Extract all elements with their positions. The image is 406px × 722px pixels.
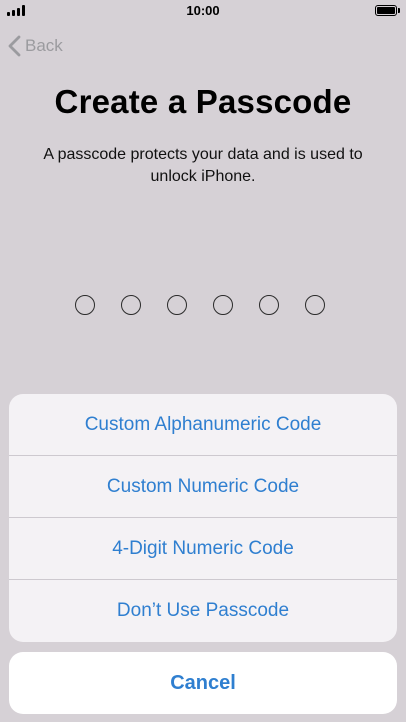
option-custom-alphanumeric[interactable]: Custom Alphanumeric Code: [9, 394, 397, 456]
battery-tip: [398, 8, 400, 13]
passcode-dot: [213, 295, 233, 315]
page-title: Create a Passcode: [54, 83, 352, 120]
option-dont-use-passcode[interactable]: Don’t Use Passcode: [9, 580, 397, 642]
battery-icon: [375, 5, 397, 16]
passcode-dot: [121, 295, 141, 315]
passcode-dot: [75, 295, 95, 315]
page-description: A passcode protects your data and is use…: [43, 146, 363, 185]
back-button[interactable]: Back: [8, 33, 63, 59]
passcode-dots: [75, 295, 325, 315]
chevron-left-icon: [8, 35, 21, 57]
passcode-dot: [167, 295, 187, 315]
passcode-dot: [305, 295, 325, 315]
passcode-dot: [259, 295, 279, 315]
option-custom-numeric[interactable]: Custom Numeric Code: [9, 456, 397, 518]
back-button-label: Back: [25, 36, 63, 55]
cancel-button[interactable]: Cancel: [9, 652, 397, 714]
option-4-digit-numeric[interactable]: 4-Digit Numeric Code: [9, 518, 397, 580]
passcode-options-sheet: Custom Alphanumeric Code Custom Numeric …: [9, 394, 397, 642]
status-time: 10:00: [186, 3, 220, 18]
status-bar: 10:00: [0, 0, 406, 22]
